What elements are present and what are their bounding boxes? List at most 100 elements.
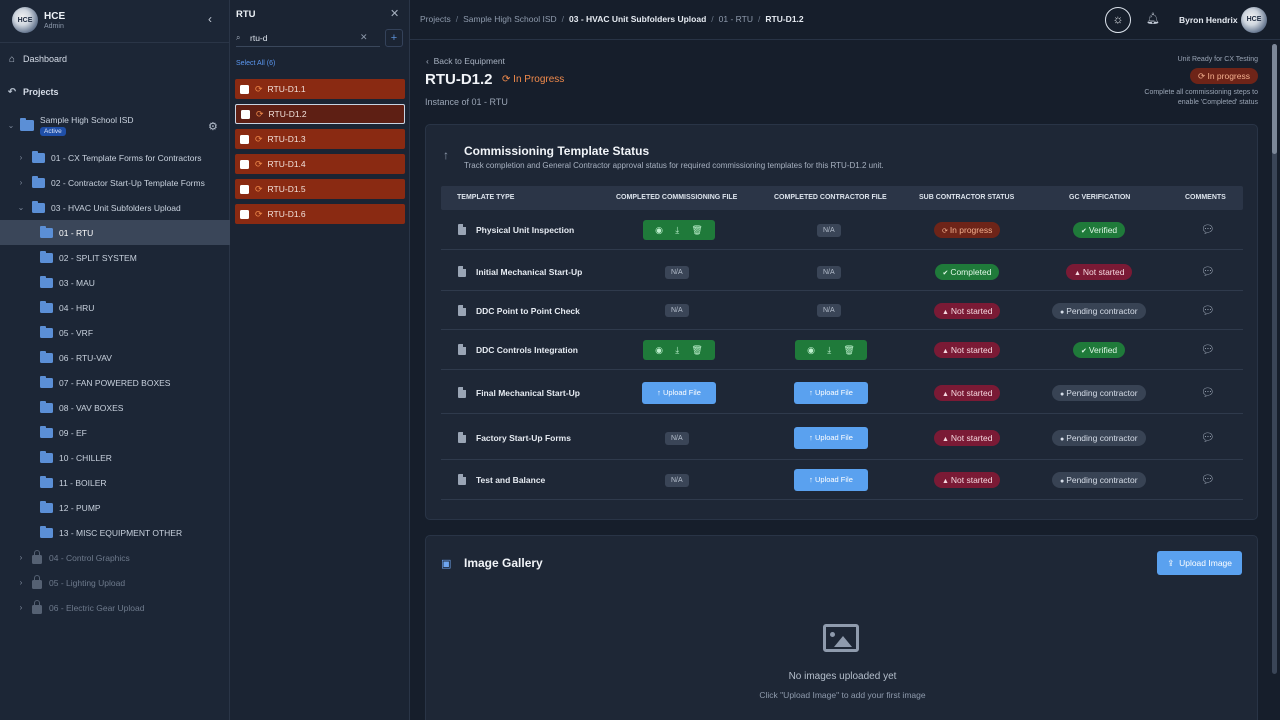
checkbox[interactable] xyxy=(240,159,249,169)
tree-item[interactable]: 04 - HRU xyxy=(0,295,230,320)
project-row[interactable]: ⌄ Sample High School ISD Active xyxy=(0,110,230,140)
folder-icon xyxy=(40,300,53,313)
tree-item[interactable]: 08 - VAV BOXES xyxy=(0,395,230,420)
tree-item[interactable]: ⌄ 03 - HVAC Unit Subfolders Upload xyxy=(0,195,230,220)
tree-item[interactable]: › 02 - Contractor Start-Up Template Forms xyxy=(0,170,230,195)
comment-icon[interactable]: 💬︎ xyxy=(1201,343,1215,356)
upload-file-label: Upload File xyxy=(662,388,701,397)
column-header: SUB CONTRACTOR STATUS xyxy=(919,194,1015,201)
breadcrumb-item[interactable]: Projects xyxy=(420,14,451,24)
warning-icon: ▲ xyxy=(942,391,951,398)
chevron-right-icon[interactable]: › xyxy=(16,153,26,162)
commissioning-template-card: ↑ Commissioning Template Status Track co… xyxy=(425,124,1258,520)
empty-hint: Click "Upload Image" to add your first i… xyxy=(759,690,926,700)
eye-icon[interactable]: ◉ xyxy=(807,345,815,356)
comment-icon[interactable]: 💬︎ xyxy=(1201,386,1215,399)
tree-item[interactable]: 11 - BOILER xyxy=(0,470,230,495)
tree-item[interactable]: 07 - FAN POWERED BOXES xyxy=(0,370,230,395)
brand-role: Admin xyxy=(44,22,64,30)
upload-file-button[interactable]: ↑ Upload File xyxy=(794,382,868,404)
gear-icon[interactable]: ⚙ xyxy=(208,120,218,133)
tree-item[interactable]: 13 - MISC EQUIPMENT OTHER xyxy=(0,520,230,545)
chevron-right-icon[interactable]: › xyxy=(16,603,26,612)
tree-item[interactable]: 09 - EF xyxy=(0,420,230,445)
checkbox[interactable] xyxy=(240,184,249,194)
scrollbar-thumb[interactable] xyxy=(1272,44,1277,154)
equipment-item[interactable]: ⟳ RTU-D1.4 xyxy=(235,154,405,174)
check-circle-icon: ✔ xyxy=(1081,348,1089,355)
clear-icon[interactable]: ✕ xyxy=(360,32,368,43)
home-icon: ⌂ xyxy=(8,53,16,65)
tree-item[interactable]: 12 - PUMP xyxy=(0,495,230,520)
tree-item[interactable]: 06 - RTU-VAV xyxy=(0,345,230,370)
select-all-link[interactable]: Select All (6) xyxy=(236,60,275,67)
folder-icon xyxy=(40,225,53,238)
search-input[interactable] xyxy=(250,32,360,43)
folder-icon xyxy=(40,250,53,263)
empty-title: No images uploaded yet xyxy=(788,671,897,682)
equipment-item[interactable]: ⟳ RTU-D1.2 xyxy=(235,104,405,124)
comment-icon[interactable]: 💬︎ xyxy=(1201,431,1215,444)
tree-item[interactable]: › 04 - Control Graphics xyxy=(0,545,230,570)
tree-item[interactable]: 10 - CHILLER xyxy=(0,445,230,470)
download-icon[interactable]: ⤓ xyxy=(827,345,831,356)
chevron-right-icon[interactable]: › xyxy=(16,553,26,562)
eye-icon[interactable]: ◉ xyxy=(655,225,663,236)
download-icon[interactable]: ⤓ xyxy=(675,225,679,236)
equipment-item[interactable]: ⟳ RTU-D1.5 xyxy=(235,179,405,199)
equipment-item[interactable]: ⟳ RTU-D1.1 xyxy=(235,79,405,99)
brand[interactable]: HCE HCE Admin xyxy=(12,7,65,33)
user-name[interactable]: Byron Hendrix xyxy=(1179,15,1238,25)
breadcrumb-item[interactable]: 03 - HVAC Unit Subfolders Upload xyxy=(569,14,706,24)
nav-projects[interactable]: ↶ Projects xyxy=(6,83,226,101)
tree-item[interactable]: › 05 - Lighting Upload xyxy=(0,570,230,595)
tree-item[interactable]: 03 - MAU xyxy=(0,270,230,295)
upload-file-button[interactable]: ↑ Upload File xyxy=(794,427,868,449)
trash-icon[interactable]: 🗑︎ xyxy=(691,225,702,236)
checkbox[interactable] xyxy=(240,209,249,219)
comment-icon[interactable]: 💬︎ xyxy=(1201,473,1215,486)
equipment-item[interactable]: ⟳ RTU-D1.3 xyxy=(235,129,405,149)
checkbox[interactable] xyxy=(240,134,249,144)
back-to-equipment-link[interactable]: ‹ Back to Equipment xyxy=(426,56,505,66)
avatar[interactable]: HCE xyxy=(1241,7,1267,33)
chevron-down-icon[interactable]: ⌄ xyxy=(16,203,26,212)
checkbox[interactable] xyxy=(241,109,250,119)
add-equipment-button[interactable]: + xyxy=(385,29,403,47)
comment-icon[interactable]: 💬︎ xyxy=(1201,223,1215,236)
tree-item[interactable]: 02 - SPLIT SYSTEM xyxy=(0,245,230,270)
nav-dashboard[interactable]: ⌂ Dashboard xyxy=(6,50,226,68)
theme-toggle-button[interactable]: ☼ xyxy=(1105,7,1131,33)
tree-item[interactable]: › 06 - Electric Gear Upload xyxy=(0,595,230,620)
upload-file-button[interactable]: ↑ Upload File xyxy=(642,382,716,404)
comment-icon[interactable]: 💬︎ xyxy=(1201,304,1215,317)
tree-item[interactable]: 05 - VRF xyxy=(0,320,230,345)
tree-item[interactable]: › 01 - CX Template Forms for Contractors xyxy=(0,145,230,170)
sync-icon: ⟳ xyxy=(255,83,263,94)
gc-verification-badge: ✔ Verified xyxy=(1073,342,1126,358)
tree-item[interactable]: 01 - RTU xyxy=(0,220,230,245)
close-icon[interactable]: ✕ xyxy=(390,7,399,20)
checkbox[interactable] xyxy=(240,84,249,94)
trash-icon[interactable]: 🗑︎ xyxy=(691,345,702,356)
gc-verification-badge: ● Pending contractor xyxy=(1052,302,1146,319)
breadcrumb-item[interactable]: Sample High School ISD xyxy=(463,14,557,24)
eye-icon[interactable]: ◉ xyxy=(655,345,663,356)
na-badge: N/A xyxy=(817,223,841,237)
breadcrumb-item[interactable]: 01 - RTU xyxy=(719,14,753,24)
na-badge: N/A xyxy=(665,431,689,445)
upload-image-button[interactable]: ⇪ Upload Image xyxy=(1157,551,1242,575)
comment-icon[interactable]: 💬︎ xyxy=(1201,265,1215,278)
equipment-label: RTU-D1.3 xyxy=(267,134,306,144)
equipment-item[interactable]: ⟳ RTU-D1.6 xyxy=(235,204,405,224)
download-icon[interactable]: ⤓ xyxy=(675,345,679,356)
breadcrumb-item[interactable]: RTU-D1.2 xyxy=(765,14,803,24)
upload-image-label: Upload Image xyxy=(1179,558,1232,568)
bell-icon[interactable]: 🔔︎ xyxy=(1146,12,1160,25)
collapse-sidebar-icon[interactable]: ‹ xyxy=(203,12,217,26)
upload-file-button[interactable]: ↑ Upload File xyxy=(794,469,868,491)
folder-icon xyxy=(40,275,53,288)
chevron-right-icon[interactable]: › xyxy=(16,178,26,187)
chevron-right-icon[interactable]: › xyxy=(16,578,26,587)
trash-icon[interactable]: 🗑︎ xyxy=(843,345,854,356)
